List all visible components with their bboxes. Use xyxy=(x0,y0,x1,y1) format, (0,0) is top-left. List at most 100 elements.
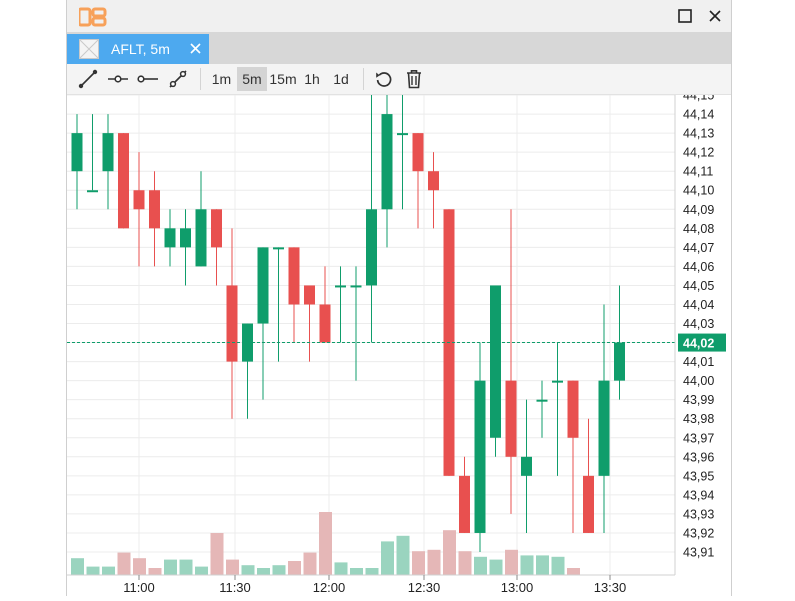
volume-bar xyxy=(179,559,193,575)
time-tick-label: 13:00 xyxy=(501,580,534,595)
candle-body xyxy=(412,133,424,172)
candle-body xyxy=(397,133,408,136)
volume-bar xyxy=(257,568,270,575)
price-tick-label: 43,97 xyxy=(683,431,714,445)
candle-body xyxy=(490,285,501,438)
time-tick-label: 12:00 xyxy=(313,580,346,595)
price-tick-label: 44,00 xyxy=(683,374,714,388)
candle-body xyxy=(598,380,610,476)
toolbar-divider xyxy=(200,68,201,90)
timeframe-1m-button[interactable]: 1m xyxy=(208,67,235,91)
price-tick-label: 43,91 xyxy=(683,546,714,560)
price-tick-label: 44,11 xyxy=(683,165,713,179)
candle-body xyxy=(133,190,145,210)
volume-bar xyxy=(365,568,379,575)
price-tick-label: 44,10 xyxy=(683,184,714,198)
price-tick-label: 43,98 xyxy=(683,412,714,426)
volume-bar xyxy=(443,530,456,575)
trash-icon xyxy=(407,70,421,89)
volume-bar xyxy=(86,566,100,575)
timeframe-1d-button[interactable]: 1d xyxy=(329,67,353,91)
tab-strip: AFLT, 5m xyxy=(67,32,731,64)
volume-bar xyxy=(102,566,115,575)
candle-body xyxy=(211,209,222,248)
ray-tool-button[interactable] xyxy=(137,67,159,91)
volume-bar xyxy=(272,565,286,575)
close-icon xyxy=(189,42,201,54)
candle-body xyxy=(350,285,362,288)
close-window-button[interactable] xyxy=(705,6,725,26)
horizontal-segment-tool-button[interactable] xyxy=(107,67,129,91)
tab-close-button[interactable] xyxy=(187,40,203,56)
reset-chart-button[interactable] xyxy=(372,67,396,91)
time-tick-label: 11:30 xyxy=(219,580,251,595)
price-tick-label: 44,03 xyxy=(683,317,714,331)
candle-body xyxy=(288,247,300,305)
chart-window: AFLT, 5m 1m 5m 15m 1h 1d 44,15 44,14 44,… xyxy=(66,0,732,596)
price-tick-label: 44,15 xyxy=(683,95,714,103)
price-tick-label: 44,01 xyxy=(683,355,714,369)
volume-bar xyxy=(133,558,146,575)
candle-body xyxy=(257,247,269,324)
candle-body xyxy=(552,380,563,383)
volume-bar xyxy=(226,559,239,575)
candle-body xyxy=(583,475,594,533)
line-segment-icon xyxy=(78,69,98,89)
delete-drawings-button[interactable] xyxy=(403,67,425,91)
price-chart[interactable]: 44,15 44,14 44,13 44,12 44,11 44,10 44,09 44,08… xyxy=(67,76,731,596)
price-tick-label: 44,07 xyxy=(683,241,714,255)
line-segment-tool-button[interactable] xyxy=(77,67,99,91)
volume-bar xyxy=(567,568,580,575)
candle-body xyxy=(304,285,315,305)
candle-body xyxy=(521,456,532,476)
volume-bar xyxy=(319,512,332,575)
volume-bar xyxy=(474,556,487,575)
timeframe-label: 1d xyxy=(333,71,349,87)
candle-body xyxy=(567,380,579,438)
price-tick-label: 44,14 xyxy=(683,108,714,122)
timeframe-15m-button[interactable]: 15m xyxy=(268,67,298,91)
maximize-icon xyxy=(678,9,692,23)
volume-bar xyxy=(458,551,472,575)
timeframe-5m-button[interactable]: 5m xyxy=(237,67,267,91)
candle-body xyxy=(428,171,439,191)
candle-body xyxy=(149,190,160,229)
tab-aflt-5m[interactable]: AFLT, 5m xyxy=(67,34,209,64)
trend-line-tool-button[interactable] xyxy=(167,67,189,91)
price-tick-label: 44,13 xyxy=(683,127,714,141)
candle-body xyxy=(180,228,191,248)
volume-bar xyxy=(71,558,84,575)
timeframe-label: 1m xyxy=(211,71,232,87)
price-tick-label: 43,93 xyxy=(683,507,714,521)
candle-body xyxy=(536,399,548,402)
time-tick-label: 11:00 xyxy=(123,580,155,595)
volume-bar xyxy=(350,568,363,575)
candle-body xyxy=(459,475,470,533)
candle-body xyxy=(381,114,393,210)
candle-body xyxy=(195,209,207,267)
price-tick-label: 43,96 xyxy=(683,450,714,464)
price-tick-label: 44,04 xyxy=(683,298,714,312)
tab-label: AFLT, 5m xyxy=(111,41,170,57)
volume-bar xyxy=(195,566,208,575)
volume-bar xyxy=(489,559,503,575)
volume-bar xyxy=(288,561,301,575)
timeframe-1h-button[interactable]: 1h xyxy=(300,67,324,91)
timeframe-label: 15m xyxy=(269,71,297,87)
horizontal-segment-icon xyxy=(108,75,128,83)
candlestick-chart[interactable]: 44,15 44,14 44,13 44,12 44,11 44,10 44,09 44,08… xyxy=(67,76,731,596)
trend-line-icon xyxy=(169,70,187,88)
price-tick-label: 43,94 xyxy=(683,488,714,502)
price-tick-label: 44,12 xyxy=(683,146,714,160)
candle-body xyxy=(102,133,114,172)
volume-bar xyxy=(536,555,549,575)
volume-bar xyxy=(520,555,534,575)
maximize-button[interactable] xyxy=(675,6,695,26)
close-icon xyxy=(709,10,721,22)
volume-bar xyxy=(551,556,565,575)
volume-bar xyxy=(505,549,518,575)
chart-toolbar: 1m 5m 15m 1h 1d xyxy=(67,64,731,95)
volume-bar xyxy=(303,552,317,575)
reset-icon xyxy=(376,72,392,87)
title-bar xyxy=(67,0,731,32)
